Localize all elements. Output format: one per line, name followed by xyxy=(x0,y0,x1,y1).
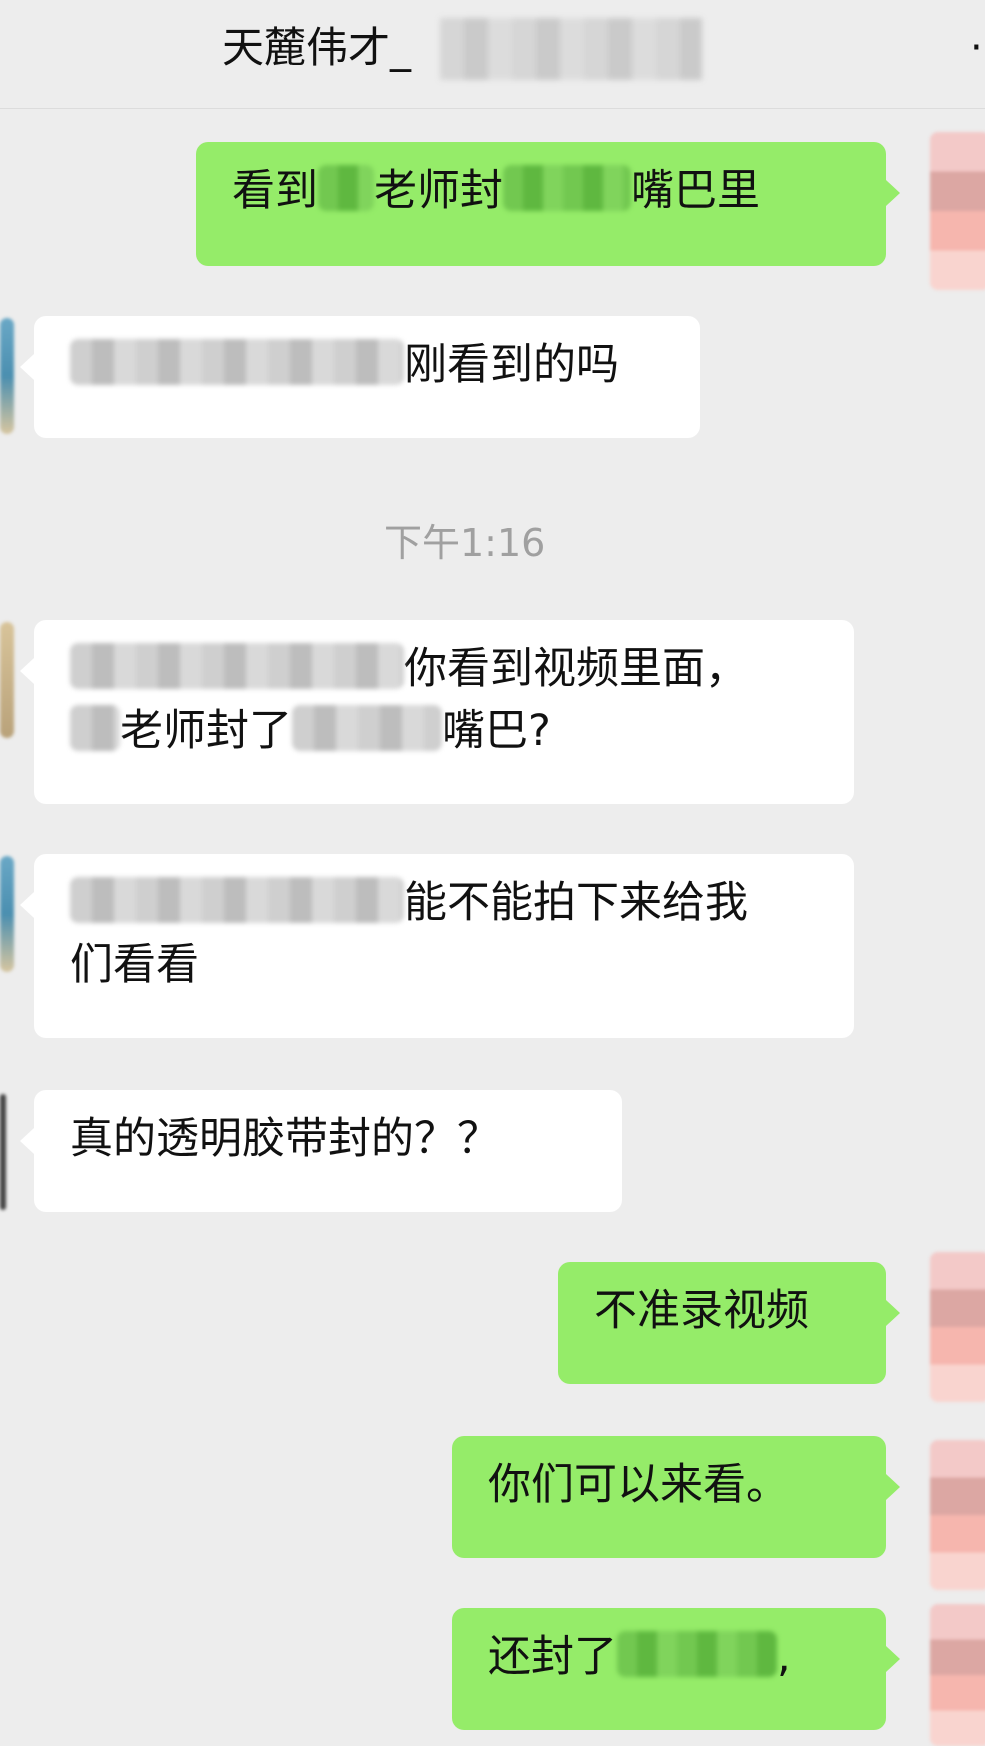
message-text: 看到 xyxy=(232,166,318,216)
redacted-text xyxy=(70,705,120,751)
message-bubble-outgoing[interactable]: 不准录视频 xyxy=(558,1262,900,1384)
message-text: 你看到视频里面， xyxy=(404,644,748,694)
redacted-text xyxy=(292,705,442,751)
redacted-text xyxy=(503,165,631,211)
more-options-icon[interactable]: · xyxy=(970,28,983,68)
message-text: 嘴巴? xyxy=(442,706,551,756)
message-bubble-outgoing[interactable]: 你们可以来看。 xyxy=(452,1436,900,1558)
message-text: 老师封 xyxy=(374,166,503,216)
message-text: 还封了 xyxy=(488,1632,617,1682)
message-timestamp: 下午1:16 xyxy=(384,521,546,565)
message-text: 嘴巴里 xyxy=(631,166,760,216)
message-text: 不准录视频 xyxy=(594,1286,809,1336)
contact-avatar[interactable] xyxy=(0,622,14,738)
my-avatar[interactable] xyxy=(930,132,985,290)
message-bubble-incoming[interactable]: 刚看到的吗 xyxy=(20,316,700,438)
message-text: 你们可以来看。 xyxy=(488,1460,789,1510)
redacted-text xyxy=(318,165,374,211)
redacted-text xyxy=(70,877,404,923)
redacted-title-part xyxy=(440,18,702,80)
contact-avatar[interactable] xyxy=(0,318,14,434)
message-text: 真的透明胶带封的？？ xyxy=(70,1114,500,1164)
message-text: 们看看 xyxy=(70,940,199,990)
message-text: 能不能拍下来给我 xyxy=(404,878,748,928)
message-text: 老师封了 xyxy=(120,706,292,756)
chat-header: 天麓伟才_ · xyxy=(0,0,985,109)
contact-avatar[interactable] xyxy=(0,1094,6,1210)
my-avatar[interactable] xyxy=(930,1604,985,1746)
my-avatar[interactable] xyxy=(930,1440,985,1590)
my-avatar[interactable] xyxy=(930,1252,985,1402)
message-bubble-outgoing[interactable]: 看到 老师封 嘴巴里 xyxy=(196,142,900,266)
message-bubble-incoming[interactable]: 能不能拍下来给我 们看看 xyxy=(20,854,854,1038)
message-bubble-incoming[interactable]: 真的透明胶带封的？？ xyxy=(20,1090,622,1212)
contact-avatar[interactable] xyxy=(0,856,14,972)
chat-title: 天麓伟才_ xyxy=(222,23,412,72)
message-bubble-incoming[interactable]: 你看到视频里面， 老师封了 嘴巴? xyxy=(20,620,854,804)
message-text: 刚看到的吗 xyxy=(404,340,619,390)
message-text: , xyxy=(777,1632,791,1682)
message-bubble-outgoing[interactable]: 还封了, xyxy=(452,1608,900,1730)
redacted-text xyxy=(70,643,404,689)
redacted-text xyxy=(617,1631,777,1677)
redacted-text xyxy=(70,339,404,385)
